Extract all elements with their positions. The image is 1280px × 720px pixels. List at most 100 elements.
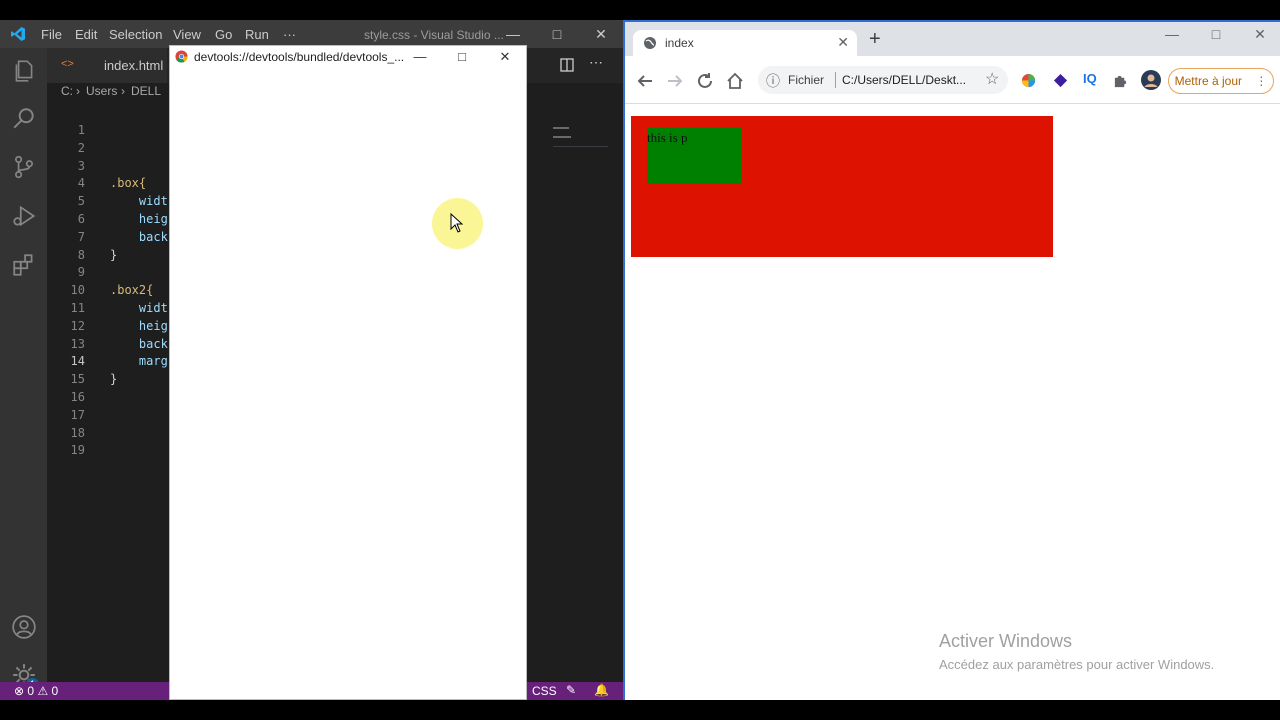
code-line: widt <box>110 301 168 315</box>
code-line: widt <box>110 194 168 209</box>
info-icon[interactable]: ⓘ <box>766 71 780 91</box>
devtools-title: devtools://devtools/bundled/devtools_... <box>194 50 405 64</box>
back-arrow-icon[interactable] <box>636 72 654 90</box>
kebab-menu-icon: ⋮ <box>1255 74 1268 88</box>
line-number: 18 <box>70 425 85 440</box>
devtools-close-button[interactable]: ✕ <box>484 46 526 68</box>
line-number: 4 <box>77 176 85 191</box>
mouse-pointer-icon <box>450 213 464 233</box>
feedback-icon[interactable]: ✎ <box>566 683 576 697</box>
devtools-minimize-button[interactable]: — <box>399 46 441 68</box>
code-line: back <box>110 229 168 244</box>
devtools-window: devtools://devtools/bundled/devtools_...… <box>169 45 527 700</box>
code-line: marg <box>110 354 168 369</box>
code-line: } <box>110 372 118 387</box>
tab-strip: index ✕ + — □ ✕ <box>625 22 1280 56</box>
code-line: heig <box>110 212 168 226</box>
line-number: 6 <box>77 212 85 226</box>
diamond-extension-icon[interactable] <box>1053 73 1068 88</box>
devtools-maximize-button[interactable]: □ <box>441 46 483 68</box>
chrome-close-button[interactable]: ✕ <box>1238 26 1280 50</box>
vscode-logo-icon <box>11 27 25 41</box>
tab-index-html[interactable]: <> index.html <box>47 48 167 83</box>
line-number: 11 <box>70 301 85 315</box>
breadcrumb-dell[interactable]: DELL <box>131 84 161 98</box>
line-number: 16 <box>70 390 85 404</box>
menu-run[interactable]: Run <box>245 27 269 42</box>
chrome-maximize-button[interactable]: □ <box>1194 26 1238 50</box>
activity-bar: 1 <box>0 48 47 691</box>
red-box: this is p <box>631 116 1053 257</box>
line-number: 13 <box>70 336 85 351</box>
devtools-titlebar: devtools://devtools/bundled/devtools_...… <box>170 46 526 68</box>
vscode-close-button[interactable]: ✕ <box>579 20 623 48</box>
new-tab-button[interactable]: + <box>869 28 881 51</box>
tab-title: index <box>665 36 694 50</box>
line-number: 10 <box>70 283 85 298</box>
extensions-icon[interactable] <box>11 252 37 278</box>
line-number: 9 <box>77 265 85 280</box>
line-number: 7 <box>77 229 85 244</box>
chrome-logo-icon <box>175 50 188 63</box>
line-number: 15 <box>70 372 85 387</box>
warning-count: 0 <box>51 684 59 698</box>
chrome-minimize-button[interactable]: — <box>1150 26 1194 50</box>
menu-go[interactable]: Go <box>215 27 232 42</box>
line-number: 2 <box>77 140 85 155</box>
line-number: 14 <box>70 354 85 369</box>
forward-arrow-icon[interactable] <box>666 72 684 90</box>
line-number: 3 <box>77 158 85 173</box>
close-tab-icon[interactable]: ✕ <box>837 34 849 51</box>
globe-icon <box>644 37 656 49</box>
url-text[interactable]: C:/Users/DELL/Deskt... <box>842 73 966 87</box>
update-button[interactable]: Mettre à jour ⋮ <box>1168 68 1274 94</box>
vscode-titlebar: File Edit Selection View Go Run ··· styl… <box>0 20 623 48</box>
run-debug-icon[interactable] <box>11 203 37 229</box>
line-number: 8 <box>77 247 85 262</box>
vscode-maximize-button[interactable]: □ <box>535 20 579 48</box>
home-icon[interactable] <box>726 72 744 90</box>
problems-status[interactable]: ⊗ 0 ⚠ 0 <box>14 684 58 698</box>
code-line: back <box>110 336 168 351</box>
chevron-right-icon: › <box>76 84 80 98</box>
security-label[interactable]: Fichier <box>788 73 824 87</box>
split-editor-icon[interactable] <box>560 58 574 72</box>
line-number: 1 <box>77 123 85 137</box>
error-count: 0 <box>27 684 35 698</box>
line-number: 19 <box>70 443 85 458</box>
tab-label: index.html <box>104 58 164 73</box>
box2-paragraph: this is p <box>647 130 688 145</box>
menu-file[interactable]: File <box>41 27 62 42</box>
minimap[interactable] <box>553 122 613 152</box>
extensions-puzzle-icon[interactable] <box>1113 73 1128 88</box>
bookmark-star-icon[interactable]: ☆ <box>985 69 999 89</box>
code-line: .box2{ <box>110 283 154 298</box>
source-control-icon[interactable] <box>11 154 37 180</box>
line-number: 17 <box>70 407 85 422</box>
menu-view[interactable]: View <box>173 27 201 42</box>
explorer-icon[interactable] <box>11 58 37 84</box>
reload-icon[interactable] <box>696 72 714 90</box>
breadcrumb-drive[interactable]: C: <box>61 84 73 98</box>
more-actions-icon[interactable]: ⋯ <box>589 54 603 71</box>
search-icon[interactable] <box>11 106 37 132</box>
vscode-window-title: style.css - Visual Studio ... <box>364 28 504 42</box>
warning-icon: ⚠ <box>37 684 49 698</box>
update-button-label: Mettre à jour <box>1174 74 1242 88</box>
color-wheel-extension-icon[interactable] <box>1021 73 1036 88</box>
omnibox-separator <box>835 72 836 88</box>
html-file-icon: <> <box>61 58 74 70</box>
notifications-bell-icon[interactable]: 🔔 <box>594 683 609 697</box>
line-number: 12 <box>70 318 85 333</box>
menu-selection[interactable]: Selection <box>109 27 162 42</box>
menu-edit[interactable]: Edit <box>75 27 97 42</box>
address-bar[interactable]: ⓘ Fichier C:/Users/DELL/Deskt... <box>758 66 1008 94</box>
breadcrumb-users[interactable]: Users <box>86 84 117 98</box>
profile-avatar[interactable] <box>1141 70 1161 90</box>
language-mode[interactable]: CSS <box>532 684 557 698</box>
browser-tab[interactable]: index ✕ <box>633 30 857 56</box>
accounts-icon[interactable] <box>11 614 37 640</box>
menu-more[interactable]: ··· <box>283 27 296 42</box>
iq-extension-icon[interactable]: IQ <box>1083 71 1097 86</box>
vscode-minimize-button[interactable]: — <box>491 20 535 48</box>
